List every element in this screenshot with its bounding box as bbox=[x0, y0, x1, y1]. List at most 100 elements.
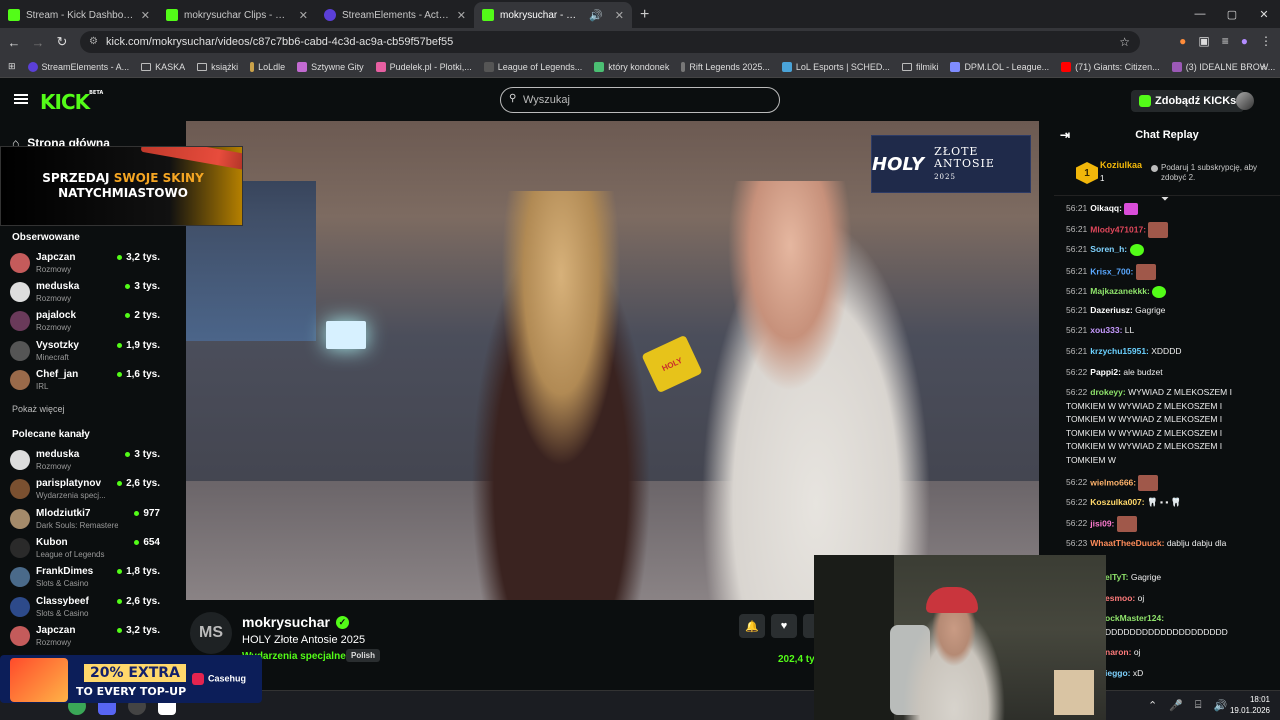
emote-icon bbox=[1135, 264, 1156, 280]
chat-message: 56:23 WhaatTheeDuuck: dablju dabju dla bbox=[1066, 538, 1227, 548]
emote-icon bbox=[1129, 243, 1144, 256]
user-avatar[interactable] bbox=[1236, 92, 1254, 110]
interviewer-image bbox=[456, 191, 666, 600]
bookmark-folder[interactable]: książki bbox=[197, 62, 238, 72]
sztywne-gity-icon bbox=[297, 61, 308, 72]
rank-badge-icon: 1 bbox=[1076, 162, 1098, 184]
bookmark-item[interactable]: (3) IDEALNE BROW... bbox=[1171, 61, 1275, 72]
avatar bbox=[10, 253, 30, 273]
apps-grid-icon[interactable]: ⊞ bbox=[8, 61, 16, 72]
followed-channel[interactable]: Japczan Rozmowy 3,2 tys. bbox=[10, 250, 160, 278]
followed-channel[interactable]: pajalock Rozmowy 2 tys. bbox=[10, 308, 160, 336]
close-icon[interactable]: ✕ bbox=[141, 9, 150, 22]
close-icon[interactable]: ✕ bbox=[299, 9, 308, 22]
url-field[interactable]: ⚙ kick.com/mokrysuchar/videos/c87c7bb6-c… bbox=[80, 31, 1140, 53]
show-more-link[interactable]: Pokaż więcej bbox=[12, 404, 65, 414]
recommended-title: Polecane kanały bbox=[12, 429, 90, 440]
microphone-icon[interactable]: 🎤 bbox=[1169, 699, 1183, 712]
notification-bell-button[interactable]: 🔔 bbox=[739, 614, 765, 638]
profile-icon[interactable]: ● bbox=[1241, 34, 1248, 48]
leader-name[interactable]: Koziulkaa bbox=[1100, 160, 1142, 170]
streamer-name[interactable]: mokrysuchar ✓ bbox=[242, 614, 349, 630]
recommended-channel[interactable]: Mlodziutki7 Dark Souls: Remastered 977 bbox=[10, 506, 160, 534]
red-headphones-image bbox=[926, 587, 978, 613]
extensions-puzzle-icon[interactable]: ▣ bbox=[1198, 34, 1209, 48]
avatar bbox=[10, 311, 30, 331]
ad-subline: TO EVERY TOP-UP bbox=[76, 685, 187, 698]
bookmark-item[interactable]: Pudelek.pl - Plotki,... bbox=[375, 61, 472, 72]
bookmark-star-icon[interactable]: ☆ bbox=[1119, 35, 1130, 49]
hamburger-menu-icon[interactable] bbox=[14, 94, 28, 104]
forward-arrow-icon[interactable]: → bbox=[26, 35, 50, 50]
tab-title: mokrysuchar Clips - Watch Live bbox=[184, 9, 293, 21]
extension-fire-icon[interactable]: ● bbox=[1179, 34, 1186, 48]
verified-badge-icon: ✓ bbox=[335, 615, 349, 629]
kick-coin-icon bbox=[1139, 95, 1151, 107]
search-input[interactable]: ⚲ Wyszukaj bbox=[500, 87, 780, 113]
maximize-icon[interactable]: ▢ bbox=[1216, 0, 1248, 28]
bookmark-item[interactable]: DPM.LOL - League... bbox=[950, 61, 1049, 72]
speaker-icon[interactable]: 🔊 bbox=[589, 9, 603, 22]
recommended-channel[interactable]: Japczan Rozmowy 3,2 tys. bbox=[10, 623, 160, 651]
browser-tab-clips[interactable]: mokrysuchar Clips - Watch Live ✕ bbox=[158, 2, 316, 28]
followed-channel[interactable]: Vysotzky Minecraft 1,9 tys. bbox=[10, 338, 160, 366]
new-tab-icon[interactable]: + bbox=[632, 2, 657, 28]
bookmark-folder[interactable]: KASKA bbox=[141, 62, 185, 72]
recommended-channel[interactable]: Kubon League of Legends 654 bbox=[10, 535, 160, 563]
bookmark-folder[interactable]: filmiki bbox=[901, 62, 938, 72]
recommended-channel[interactable]: meduska Rozmowy 3 tys. bbox=[10, 447, 160, 475]
chat-message: 56:21 Oikaqq: bbox=[1066, 202, 1274, 216]
bookmark-item[interactable]: Rift Legends 2025... bbox=[681, 61, 770, 72]
video-player[interactable]: HOLY HOLY ZŁOTE ANTOSIE 2025 bbox=[186, 121, 1039, 600]
back-arrow-icon[interactable]: ← bbox=[2, 35, 26, 50]
close-icon[interactable]: ✕ bbox=[615, 9, 624, 22]
skins-promo-banner[interactable]: SPRZEDAJ SWOJE SKINY NATYCHMIASTOWO bbox=[0, 146, 243, 226]
bookmark-item[interactable]: LoLdle bbox=[250, 61, 285, 72]
chat-message: ockMaster124: DDDDDDDDDDDDDDDDDDDD bbox=[1105, 613, 1228, 637]
system-clock[interactable]: 18:01 19.01.2026 bbox=[1230, 694, 1270, 716]
browser-tab-watch-video[interactable]: mokrysuchar - Watch the V 🔊 ✕ bbox=[474, 2, 632, 28]
followed-channel[interactable]: meduska Rozmowy 3 tys. bbox=[10, 279, 160, 307]
bookmark-item[interactable]: LoL Esports | SCHED... bbox=[781, 61, 890, 72]
bookmark-item[interactable]: League of Legends... bbox=[483, 61, 582, 72]
reading-list-icon[interactable]: ≡ bbox=[1222, 34, 1229, 48]
collapse-chat-icon[interactable]: ⇥ bbox=[1060, 120, 1070, 150]
followed-channel[interactable]: Chef_jan IRL 1,6 tys. bbox=[10, 367, 160, 395]
minimize-icon[interactable]: — bbox=[1184, 0, 1216, 28]
follow-heart-button[interactable]: ♥ bbox=[771, 614, 797, 638]
share-button[interactable] bbox=[803, 614, 814, 638]
recommended-channel[interactable]: FrankDimes Slots & Casino 1,8 tys. bbox=[10, 564, 160, 592]
menu-kebab-icon[interactable]: ⋮ bbox=[1260, 34, 1272, 48]
recommended-channel[interactable]: parisplatynov Wydarzenia specj... 2,6 tys. bbox=[10, 476, 160, 504]
close-icon[interactable]: ✕ bbox=[457, 9, 466, 22]
channel-avatar[interactable]: MS bbox=[190, 612, 232, 654]
browser-tab-streamelements[interactable]: StreamElements - Activity feed ✕ bbox=[316, 2, 474, 28]
avatar bbox=[10, 341, 30, 361]
get-kicks-button[interactable]: Zdobądź KICKs bbox=[1131, 90, 1245, 112]
casehug-ad-banner[interactable]: 20% EXTRA TO EVERY TOP-UP Casehug bbox=[0, 655, 262, 703]
chat-message: 56:21 Mlody471017: bbox=[1066, 222, 1274, 238]
emote-icon bbox=[1138, 475, 1159, 491]
recommended-channel[interactable]: Classybeef Slots & Casino 2,6 tys. bbox=[10, 594, 160, 622]
browser-tab-kick-dashboard[interactable]: Stream - Kick Dashboard ✕ bbox=[0, 2, 158, 28]
language-tag[interactable]: Polish bbox=[346, 649, 381, 662]
bookmark-item[interactable]: Sztywne Gity bbox=[297, 61, 364, 72]
tab-title: mokrysuchar - Watch the V bbox=[500, 9, 583, 21]
bookmark-item[interactable]: który kondonek bbox=[594, 61, 669, 72]
kick-logo[interactable]: KICKBETA bbox=[40, 90, 103, 114]
search-placeholder: Wyszukaj bbox=[523, 94, 570, 106]
site-info-icon[interactable]: ⚙ bbox=[89, 36, 98, 47]
more-bookmarks-icon[interactable]: » bbox=[1261, 62, 1266, 72]
chat-message: elTyT: Gagrige bbox=[1105, 572, 1162, 582]
chat-overflow-messages: elTyT: Gagrige esmoo: oj ockMaster124: DD… bbox=[1105, 570, 1280, 685]
tray-chevron-icon[interactable]: ⌃ bbox=[1148, 699, 1157, 712]
avatar bbox=[10, 450, 30, 470]
close-window-icon[interactable]: ✕ bbox=[1248, 0, 1280, 28]
network-icon[interactable]: ⌸ bbox=[1195, 699, 1202, 712]
bookmark-item[interactable]: StreamElements - A... bbox=[27, 61, 129, 72]
window-controls: — ▢ ✕ bbox=[1184, 0, 1280, 28]
volume-icon[interactable]: 🔊 bbox=[1214, 699, 1228, 712]
reload-icon[interactable]: ↻ bbox=[50, 34, 74, 50]
bookmark-item[interactable]: (71) Giants: Citizen... bbox=[1061, 61, 1160, 72]
chat-message: 56:21 xou333: LL bbox=[1066, 325, 1135, 335]
